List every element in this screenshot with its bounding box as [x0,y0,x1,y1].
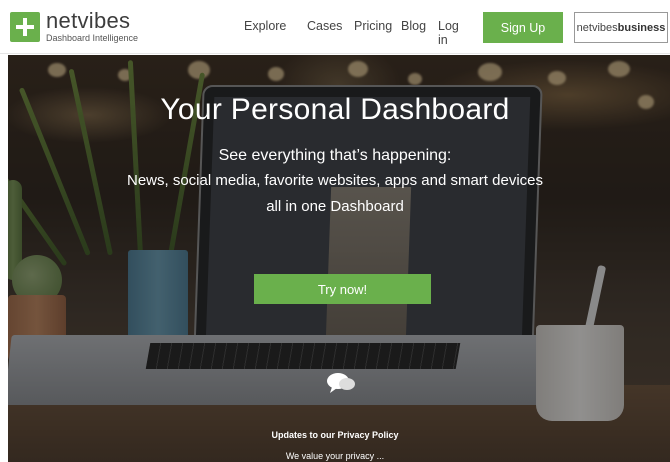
business-prefix: netvibes [576,21,618,34]
hero-description: News, social media, favorite websites, a… [126,172,543,189]
hero-section: Your Personal Dashboard See everything t… [8,55,670,462]
privacy-policy-title[interactable]: Updates to our Privacy Policy [8,430,670,440]
nav-cases[interactable]: Cases [307,19,342,33]
hero-description-2: all in one Dashboard [266,198,404,215]
nav-explore[interactable]: Explore [244,19,286,33]
plus-icon [10,11,40,42]
business-bold: business [617,21,666,34]
privacy-policy-text: We value your privacy ... [285,451,385,461]
logo-tagline: Dashboard Intelligence [46,33,139,43]
hero-title: Your Personal Dashboard [160,93,510,126]
chat-bubbles-icon [327,373,355,393]
netvibes-logo[interactable]: netvibes Dashboard Intelligence [10,10,138,43]
nav-login[interactable]: Log in [438,19,459,47]
signup-button[interactable]: Sign Up [483,12,563,43]
site-header: netvibes Dashboard Intelligence Explore … [0,0,670,54]
nav-pricing[interactable]: Pricing [354,19,392,33]
hero-subtitle: See everything that’s happening: [218,147,452,164]
netvibes-business-button[interactable]: netvibes business [574,12,668,43]
nav-blog[interactable]: Blog [401,19,426,33]
logo-name: netvibes [46,8,131,33]
try-now-button[interactable]: Try now! [254,274,431,304]
